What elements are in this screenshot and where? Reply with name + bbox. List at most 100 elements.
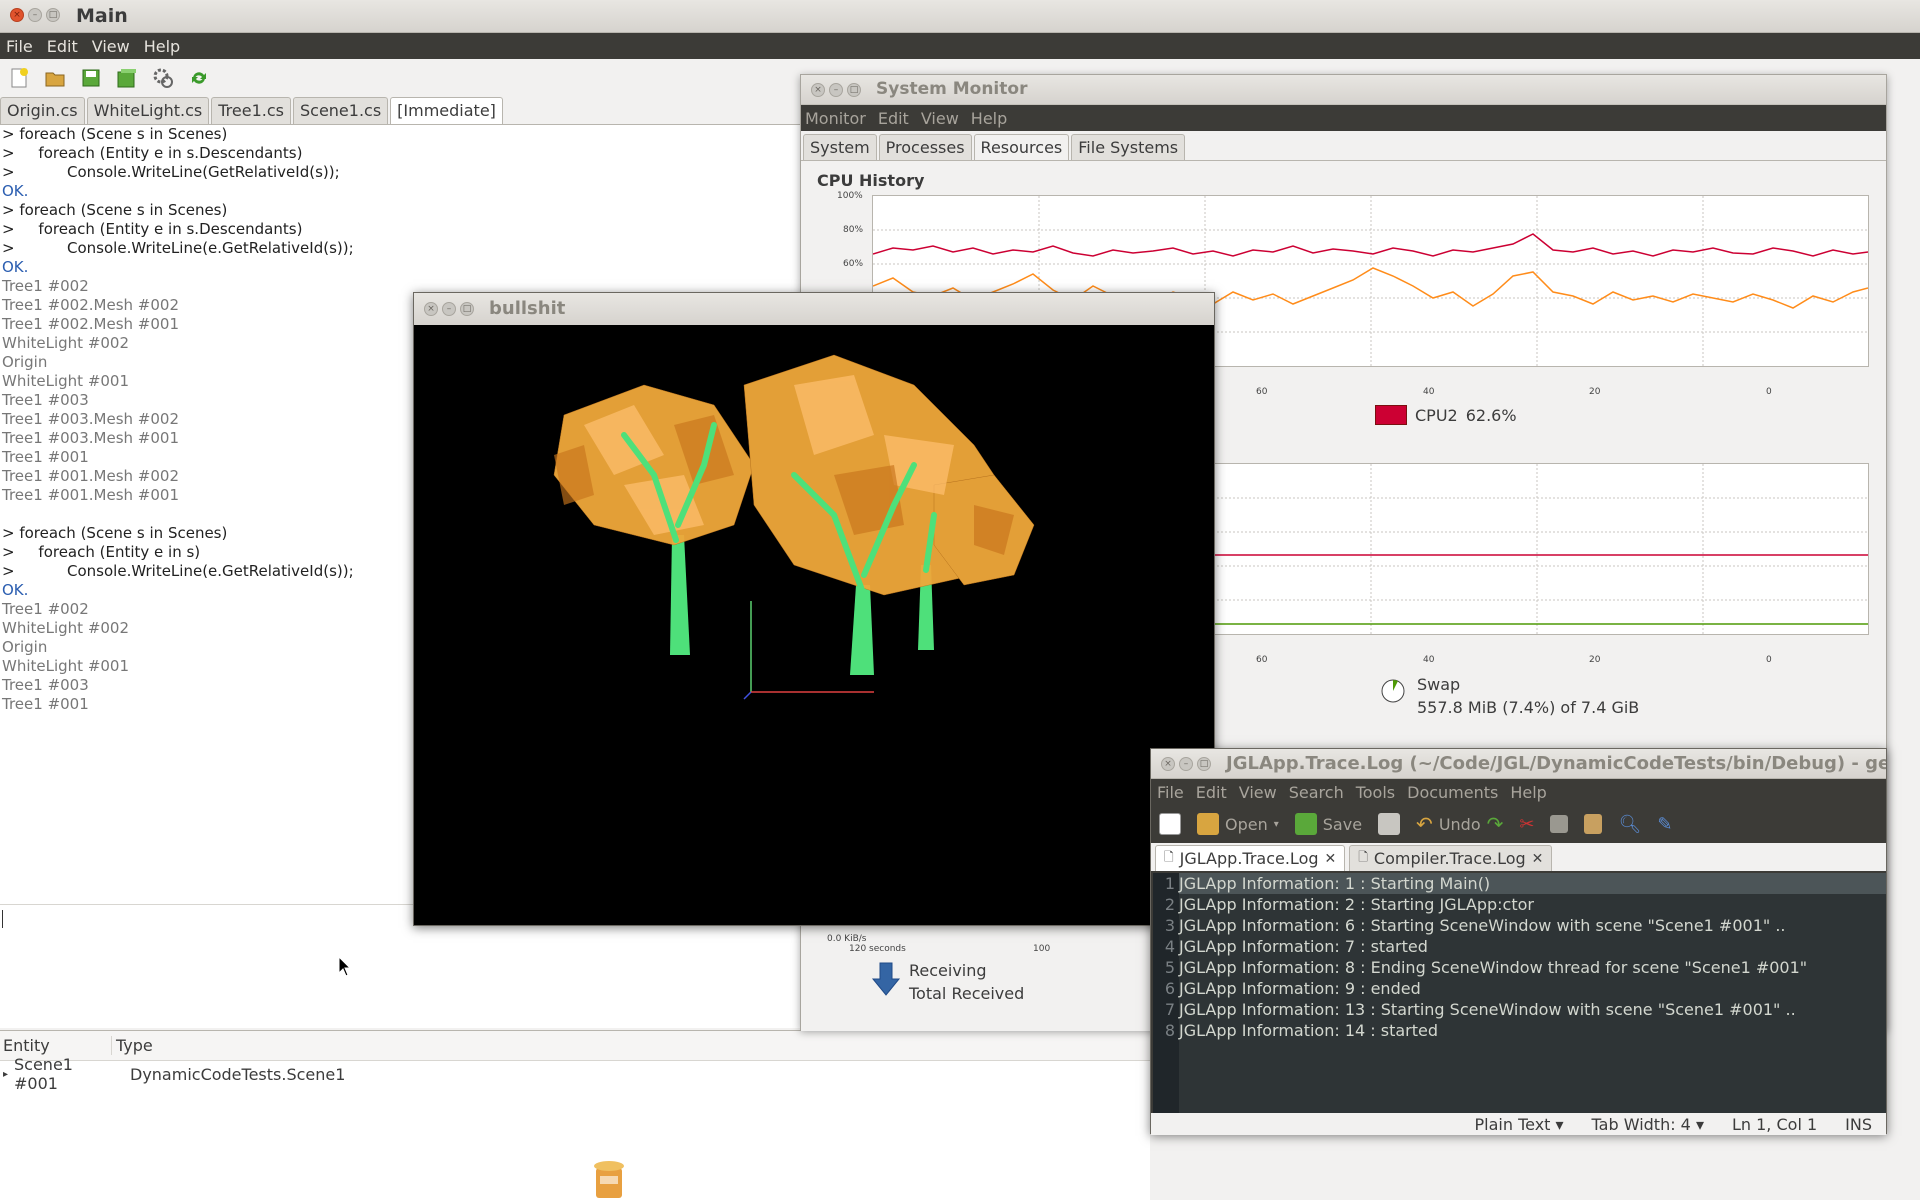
menu-edit[interactable]: Edit (47, 37, 78, 56)
receiving-legend: Receiving Total Received (871, 961, 1024, 1003)
mouse-pointer-icon (338, 956, 352, 977)
redo-icon[interactable]: ↷ (1487, 812, 1504, 836)
open-button[interactable]: Open ▾ (1197, 813, 1279, 835)
paste-icon (1584, 814, 1603, 834)
build-gears-icon[interactable] (150, 65, 176, 91)
tab-file-systems[interactable]: File Systems (1071, 134, 1186, 160)
close-tab-icon[interactable]: ✕ (1325, 851, 1337, 867)
tab-scene1[interactable]: Scene1.cs (292, 97, 389, 124)
tab-tree1[interactable]: Tree1.cs (211, 97, 291, 124)
menu-help[interactable]: Help (144, 37, 180, 56)
menu-search[interactable]: Search (1289, 783, 1344, 802)
minimize-icon[interactable]: – (1179, 757, 1193, 771)
console-line: OK. (2, 258, 29, 276)
log-line: JGLApp Information: 8 : Ending SceneWind… (1179, 958, 1808, 977)
document-tabs: 🗋 JGLApp.Trace.Log ✕ 🗋 Compiler.Trace.Log ✕ (1151, 843, 1886, 871)
main-menubar: File Edit View Help (0, 33, 1920, 59)
tab-whitelight[interactable]: WhiteLight.cs (86, 97, 210, 124)
maximize-icon[interactable]: □ (46, 8, 60, 22)
save-icon[interactable] (78, 65, 104, 91)
close-tab-icon[interactable]: ✕ (1532, 851, 1544, 867)
new-document-button[interactable] (1159, 813, 1181, 835)
expander-arrow-icon[interactable]: ▸ (0, 1069, 14, 1080)
undo-icon: ↶ (1416, 812, 1433, 836)
main-toolbar (0, 59, 800, 96)
copy-button[interactable] (1550, 815, 1569, 833)
undo-button[interactable]: ↶ Undo ↷ (1416, 812, 1503, 836)
column-header-entity[interactable]: Entity (0, 1036, 112, 1055)
swap-pie-icon[interactable] (1379, 675, 1407, 703)
tab-compiler-trace-log[interactable]: 🗋 Compiler.Trace.Log ✕ (1349, 845, 1553, 871)
editor-text[interactable]: JGLApp Information: 1 : Starting Main() J… (1179, 873, 1886, 1113)
tab-origin[interactable]: Origin.cs (0, 97, 85, 124)
menu-view[interactable]: View (92, 37, 130, 56)
open-folder-icon (1197, 813, 1219, 835)
tab-width-selector[interactable]: Tab Width: 4 ▾ (1592, 1115, 1704, 1134)
file-tabs: Origin.cs WhiteLight.cs Tree1.cs Scene1.… (0, 97, 505, 124)
close-icon[interactable]: × (424, 302, 438, 316)
text-editor[interactable]: 1 2 3 4 5 6 7 8 JGLApp Information: 1 : Startin… (1153, 873, 1886, 1113)
entity-table: Entity Type ▸ Scene1 #001 DynamicCodeTes… (0, 1030, 1150, 1200)
column-header-type[interactable]: Type (112, 1036, 153, 1055)
cpu2-legend: CPU2 62.6% (1375, 405, 1517, 425)
cpu-y-tick: 60% (843, 259, 864, 269)
print-button[interactable] (1378, 813, 1401, 835)
menu-help[interactable]: Help (1510, 783, 1546, 802)
cpu-y-tick: 80% (843, 225, 864, 235)
save-label: Save (1322, 814, 1363, 834)
replace-button[interactable]: ✎ (1657, 814, 1672, 835)
save-button[interactable]: Save (1294, 813, 1363, 835)
mem-x-tick: 40 (1423, 655, 1435, 665)
syntax-selector[interactable]: Plain Text ▾ (1475, 1115, 1564, 1134)
3d-viewport[interactable] (414, 325, 1214, 925)
window-controls: × – □ (10, 8, 60, 22)
gedit-titlebar: × – □ JGLApp.Trace.Log (~/Code/JGL/Dynam… (1151, 749, 1886, 779)
mem-x-tick: 60 (1256, 655, 1268, 665)
minimize-icon[interactable]: – (829, 83, 843, 97)
trash-icon[interactable] (584, 1152, 634, 1200)
maximize-icon[interactable]: □ (460, 302, 474, 316)
menu-edit[interactable]: Edit (1196, 783, 1227, 802)
new-file-icon[interactable] (6, 65, 32, 91)
window-controls: × – □ (1161, 757, 1211, 771)
save-all-icon[interactable] (114, 65, 140, 91)
tab-immediate[interactable]: [Immediate] (390, 97, 503, 124)
cpu2-color-swatch[interactable] (1375, 405, 1407, 425)
close-icon[interactable]: × (811, 83, 825, 97)
mem-x-tick: 0 (1766, 655, 1772, 665)
insert-mode: INS (1845, 1114, 1872, 1134)
menu-view[interactable]: View (1239, 783, 1277, 802)
dropdown-arrow-icon[interactable]: ▾ (1274, 819, 1279, 830)
sysmon-menubar: Monitor Edit View Help (801, 105, 1886, 131)
menu-tools[interactable]: Tools (1356, 783, 1395, 802)
find-button[interactable]: 🔍︎ (1618, 814, 1641, 835)
close-icon[interactable]: × (1161, 757, 1175, 771)
maximize-icon[interactable]: □ (847, 83, 861, 97)
tab-system[interactable]: System (803, 134, 877, 160)
menu-monitor[interactable]: Monitor (805, 109, 866, 128)
tab-processes[interactable]: Processes (878, 134, 972, 160)
open-folder-icon[interactable] (42, 65, 68, 91)
close-icon[interactable]: × (10, 8, 24, 22)
table-row[interactable]: ▸ Scene1 #001 DynamicCodeTests.Scene1 (0, 1055, 1150, 1093)
maximize-icon[interactable]: □ (1197, 757, 1211, 771)
gedit-menubar: File Edit View Search Tools Documents He… (1151, 779, 1886, 805)
entity-cell: Scene1 #001 (14, 1055, 73, 1093)
menu-view[interactable]: View (921, 109, 959, 128)
line-number: 1 (1164, 874, 1175, 893)
minimize-icon[interactable]: – (28, 8, 42, 22)
minimize-icon[interactable]: – (442, 302, 456, 316)
tab-resources[interactable]: Resources (973, 134, 1070, 160)
menu-file[interactable]: File (6, 37, 33, 56)
cut-button[interactable]: ✂ (1519, 814, 1534, 835)
menu-file[interactable]: File (1157, 783, 1184, 802)
menu-help[interactable]: Help (971, 109, 1007, 128)
download-arrow-icon (871, 962, 901, 996)
document-icon: 🗋 (1358, 850, 1368, 864)
cpu-y-tick: 100% (837, 191, 863, 201)
paste-button[interactable] (1584, 814, 1603, 834)
refresh-icon[interactable] (186, 65, 212, 91)
tab-jglapp-trace-log[interactable]: 🗋 JGLApp.Trace.Log ✕ (1155, 845, 1346, 871)
menu-documents[interactable]: Documents (1407, 783, 1498, 802)
menu-edit[interactable]: Edit (878, 109, 909, 128)
